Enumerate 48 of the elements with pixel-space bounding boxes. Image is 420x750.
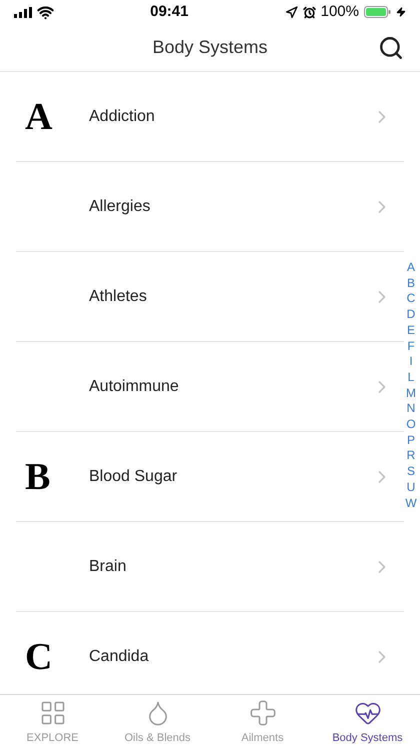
index-letter[interactable]: E bbox=[404, 322, 418, 339]
grid-icon bbox=[38, 698, 66, 727]
signal-icon bbox=[14, 6, 32, 18]
index-letter[interactable]: R bbox=[404, 448, 418, 464]
tab-button[interactable]: Body Systems bbox=[315, 695, 420, 750]
battery-icon bbox=[364, 6, 391, 18]
row-label: Candida bbox=[89, 646, 150, 666]
section-letter: A bbox=[25, 98, 52, 136]
index-letter[interactable]: S bbox=[404, 464, 418, 480]
section-letter: B bbox=[25, 458, 50, 496]
index-letter[interactable]: U bbox=[404, 480, 418, 496]
list-row[interactable]: Allergies bbox=[16, 162, 404, 252]
index-letter[interactable]: I bbox=[404, 354, 418, 370]
status-time: 09:41 bbox=[150, 2, 188, 22]
section-letter: C bbox=[25, 638, 52, 676]
nav-title: Body Systems bbox=[152, 36, 268, 59]
index-letter[interactable]: L bbox=[404, 370, 418, 386]
row-label: Addiction bbox=[89, 106, 156, 126]
index-letter[interactable]: N bbox=[404, 401, 418, 418]
tab-button[interactable]: Oils & Blends bbox=[105, 695, 210, 750]
list-row[interactable]: Autoimmune bbox=[16, 342, 404, 432]
index-letter[interactable]: F bbox=[404, 338, 418, 354]
row-label: Brain bbox=[89, 556, 128, 576]
index-letter[interactable]: C bbox=[404, 291, 418, 308]
list-row[interactable]: Athletes bbox=[16, 252, 404, 342]
index-letter[interactable]: W bbox=[404, 496, 418, 512]
charging-icon bbox=[396, 7, 406, 17]
index-letter[interactable]: B bbox=[404, 276, 418, 292]
battery-percent: 100% bbox=[320, 2, 359, 22]
wifi-icon bbox=[37, 4, 54, 20]
index-letter[interactable]: P bbox=[404, 432, 418, 448]
search-button[interactable] bbox=[378, 35, 404, 61]
row-label: Allergies bbox=[89, 196, 152, 216]
list-row[interactable]: Brain bbox=[16, 522, 404, 612]
index-letter[interactable]: M bbox=[404, 386, 418, 402]
location-icon bbox=[284, 6, 298, 18]
index-letter[interactable]: A bbox=[404, 260, 418, 276]
index-letter[interactable]: O bbox=[404, 417, 418, 433]
tab-button[interactable]: EXPLORE bbox=[0, 695, 105, 750]
row-label: Athletes bbox=[89, 286, 148, 306]
list-row[interactable]: B Blood Sugar bbox=[16, 432, 404, 522]
alarm-icon bbox=[302, 6, 316, 18]
row-label: Blood Sugar bbox=[89, 466, 178, 486]
cross-icon bbox=[248, 698, 276, 727]
tab-button[interactable]: Ailments bbox=[210, 695, 315, 750]
index-letter[interactable]: D bbox=[404, 307, 418, 323]
row-label: Autoimmune bbox=[89, 376, 180, 396]
list-row[interactable]: A Addiction bbox=[16, 72, 404, 162]
